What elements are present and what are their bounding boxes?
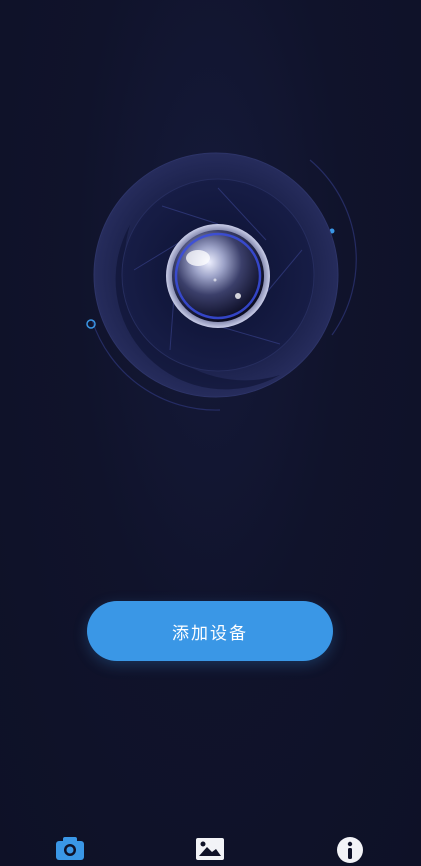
tab-info[interactable] [332,836,368,866]
tab-gallery[interactable] [192,836,228,866]
camera-lens-illustration [70,130,360,420]
gallery-icon [196,838,224,860]
add-device-button[interactable]: 添加设备 [87,601,333,661]
bottom-tab-bar [0,826,421,866]
app-screen: 添加设备 [0,0,421,866]
info-icon [337,837,363,863]
camera-lens-graphic [86,152,357,411]
tab-camera[interactable] [52,836,88,866]
camera-icon [56,837,84,860]
